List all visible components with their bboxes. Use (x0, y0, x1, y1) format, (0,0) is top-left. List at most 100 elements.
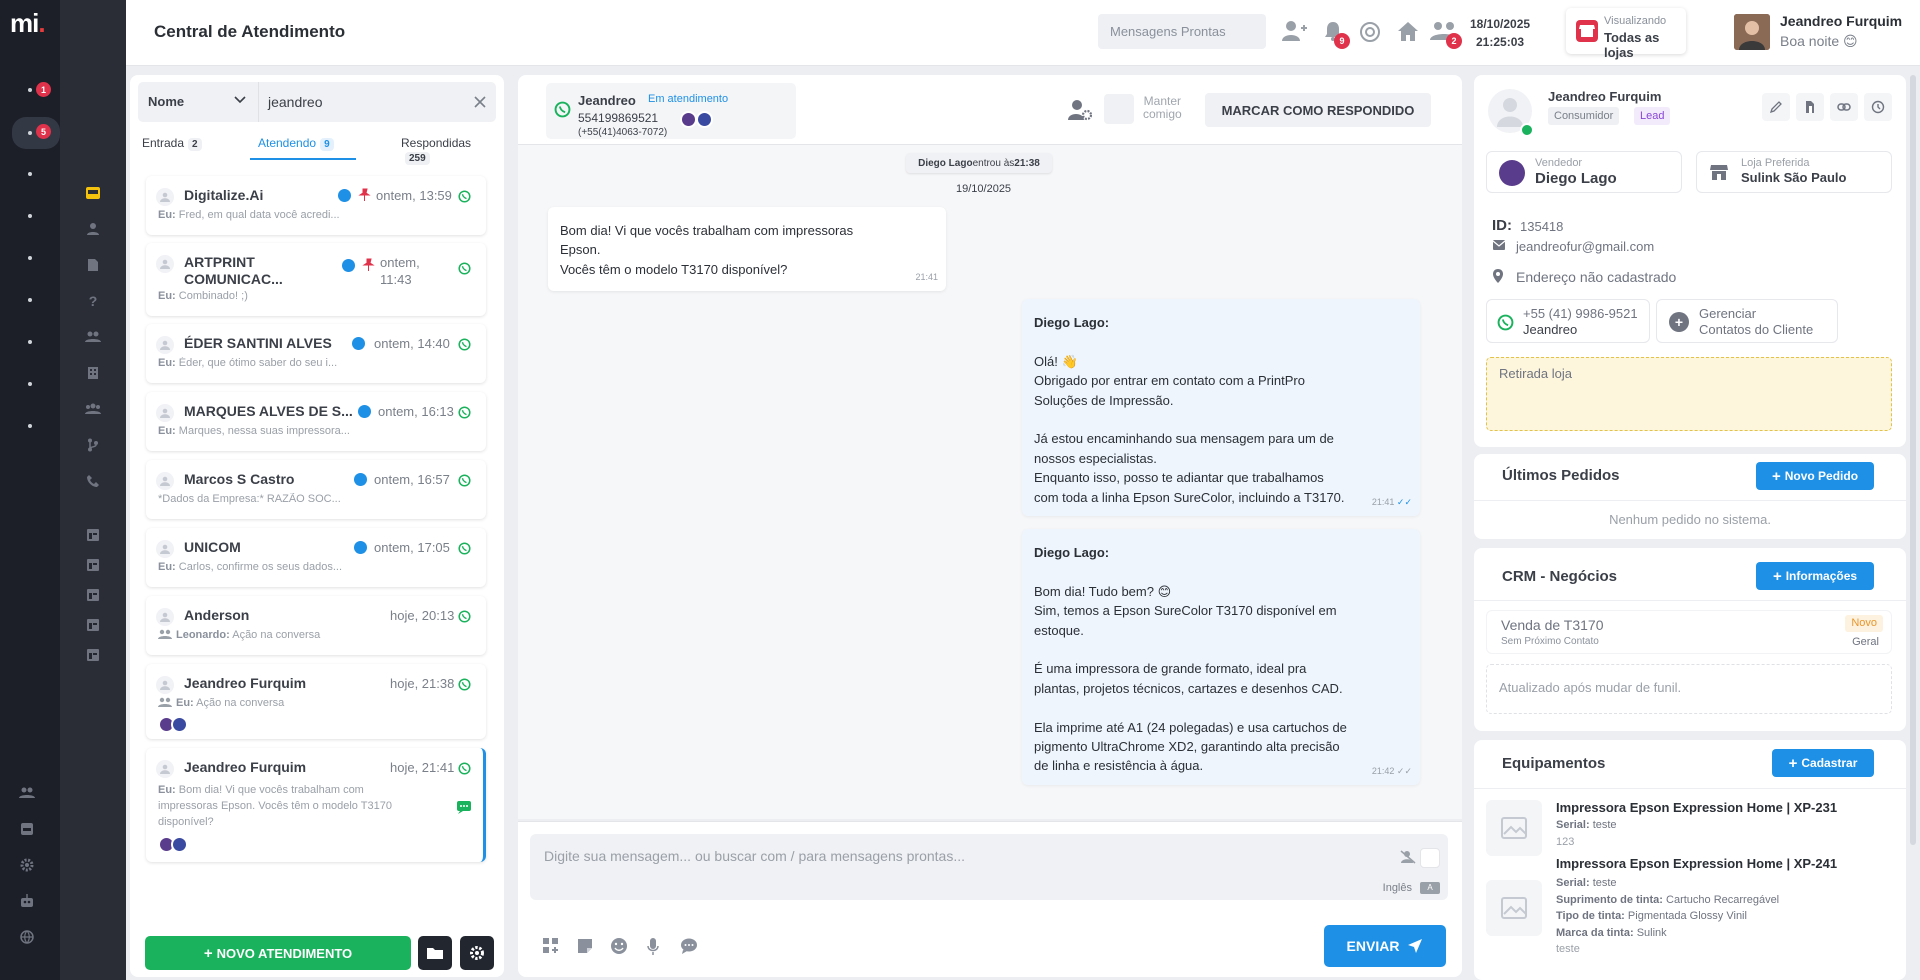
tab-respondidas[interactable]: Respondidas259 (401, 136, 496, 165)
add-contact-icon[interactable] (1282, 20, 1308, 46)
board-icon[interactable] (84, 586, 102, 604)
phone-icon[interactable] (84, 472, 102, 490)
pause-icon[interactable] (338, 189, 351, 202)
info-button[interactable]: + Informações (1756, 562, 1874, 590)
nav-dot[interactable] (28, 382, 32, 386)
toggle-checkbox[interactable] (1420, 848, 1440, 868)
send-button[interactable]: ENVIAR (1324, 925, 1446, 967)
scrollbar[interactable] (1910, 75, 1916, 845)
conversation-item[interactable]: ARTPRINT COMUNICAC... ontem, 11:43 Eu: C… (146, 243, 486, 316)
conversation-item[interactable]: Digitalize.Ai ontem, 13:59 Eu: Fred, em … (146, 176, 486, 235)
user-settings-icon[interactable] (1068, 99, 1092, 121)
edit-icon[interactable] (1762, 93, 1790, 121)
conversation-item[interactable]: ÉDER SANTINI ALVES ontem, 14:40 Eu: Éder… (146, 324, 486, 383)
pause-icon[interactable] (354, 541, 367, 554)
microphone-icon[interactable] (646, 937, 664, 955)
nav-dot[interactable] (28, 214, 32, 218)
quick-messages-input[interactable]: Mensagens Prontas (1098, 14, 1266, 49)
user-avatar[interactable] (1734, 14, 1770, 50)
building-icon[interactable] (84, 364, 102, 382)
store-selector[interactable]: Visualizando Todas as lojas (1566, 8, 1686, 60)
conversation-item[interactable]: Anderson hoje, 20:13 Leonardo: Ação na c… (146, 596, 486, 655)
translation-language[interactable]: Inglês (1383, 882, 1412, 894)
board-icon[interactable] (84, 616, 102, 634)
pin-icon[interactable] (362, 258, 375, 271)
message-incoming[interactable]: Bom dia! Vi que vocês trabalham com impr… (548, 207, 946, 291)
customer-note-field[interactable]: Retirada loja (1486, 357, 1892, 431)
users-settings-icon[interactable] (18, 784, 36, 802)
ai-assistant-icon[interactable] (1358, 20, 1384, 46)
contact-avatar-icon (156, 760, 174, 778)
pause-icon[interactable] (342, 259, 355, 272)
preferred-store-card[interactable]: Loja Preferida Sulink São Paulo (1696, 151, 1892, 193)
inbox-settings-icon[interactable] (18, 820, 36, 838)
customer-email[interactable]: jeandreofur@gmail.com (1516, 239, 1654, 254)
conversation-item[interactable]: MARQUES ALVES DE S... ontem, 16:13 Eu: M… (146, 392, 486, 451)
tab-entrada[interactable]: Entrada 2 (142, 136, 202, 151)
nav-dot[interactable] (28, 298, 32, 302)
globe-icon[interactable] (18, 928, 36, 946)
contact-chip[interactable]: Jeandreo Em atendimento 554199869521 (+5… (546, 83, 796, 139)
nav-dot[interactable] (28, 340, 32, 344)
pause-icon[interactable] (352, 337, 365, 350)
pin-icon[interactable] (358, 188, 371, 201)
message-outgoing[interactable]: Diego Lago: Olá! 👋 Obrigado por entrar em… (1022, 299, 1420, 516)
nav-dot[interactable] (28, 256, 32, 260)
help-icon[interactable]: ? (84, 292, 102, 310)
sticky-note-icon[interactable] (576, 937, 594, 955)
conversation-item[interactable]: UNICOM ontem, 17:05 Eu: Carlos, confirme… (146, 528, 486, 587)
conversation-item-selected[interactable]: Jeandreo Furquim hoje, 21:41 Eu: Bom dia… (146, 748, 486, 862)
branch-icon[interactable] (84, 436, 102, 454)
attachment-grid-icon[interactable] (542, 937, 560, 955)
conversation-item[interactable]: Marcos S Castro ontem, 16:57 *Dados da E… (146, 460, 486, 519)
hide-user-icon[interactable] (1400, 850, 1416, 864)
emoji-icon[interactable] (610, 937, 628, 955)
search-input[interactable]: jeandreo (268, 94, 323, 110)
clear-search-icon[interactable] (474, 96, 486, 108)
home-icon[interactable] (1396, 20, 1422, 46)
pause-icon[interactable] (358, 405, 371, 418)
message-input[interactable]: Digite sua mensagem... ou buscar com / p… (530, 834, 1448, 900)
history-icon[interactable] (1864, 93, 1892, 121)
group-icon[interactable] (84, 400, 102, 418)
new-conversation-button[interactable]: + NOVO ATENDIMENTO (145, 936, 411, 970)
conversation-item[interactable]: Jeandreo Furquim hoje, 21:38 Eu: Ação na… (146, 664, 486, 739)
link-icon[interactable] (1830, 93, 1858, 121)
new-order-button[interactable]: + Novo Pedido (1756, 462, 1874, 490)
keep-with-me-checkbox[interactable] (1104, 94, 1134, 124)
deal-card[interactable]: Venda de T3170 Sem Próximo Contato Novo … (1486, 610, 1892, 654)
nav-dot[interactable] (28, 172, 32, 176)
equipment-name[interactable]: Impressora Epson Expression Home | XP-24… (1556, 856, 1837, 871)
manage-contacts-card[interactable]: + Gerenciar Contatos do Cliente (1656, 299, 1838, 343)
chat-bubble-icon[interactable] (680, 937, 698, 955)
equipment-name[interactable]: Impressora Epson Expression Home | XP-23… (1556, 800, 1837, 815)
pause-icon[interactable] (354, 473, 367, 486)
seller-card[interactable]: Vendedor Diego Lago (1486, 151, 1682, 193)
team-icon[interactable] (84, 328, 102, 346)
message-outgoing[interactable]: Diego Lago: Bom dia! Tudo bem? 😊 Sim, tem… (1022, 529, 1420, 785)
board-icon[interactable] (84, 556, 102, 574)
mark-answered-button[interactable]: MARCAR COMO RESPONDIDO (1205, 93, 1431, 127)
user-icon[interactable] (84, 220, 102, 238)
nav-dot[interactable] (28, 88, 32, 92)
nav-dot[interactable] (28, 424, 32, 428)
filter-field-select[interactable]: Nome (148, 94, 184, 109)
tab-atendendo[interactable]: Atendendo 9 (258, 136, 334, 151)
settings-button[interactable] (460, 936, 494, 970)
board-icon[interactable] (84, 646, 102, 664)
contact-avatar-icon (156, 188, 174, 206)
register-equipment-button[interactable]: + Cadastrar (1772, 749, 1874, 777)
inbox-icon[interactable] (84, 184, 102, 202)
conversation-name: Marcos S Castro (184, 471, 295, 487)
folder-button[interactable] (418, 936, 452, 970)
chevron-down-icon[interactable] (234, 96, 246, 104)
whatsapp-contact-card[interactable]: +55 (41) 9986-9521 Jeandreo (1486, 299, 1650, 343)
document-icon[interactable] (84, 256, 102, 274)
merge-icon[interactable] (1796, 93, 1824, 121)
robot-icon[interactable] (18, 892, 36, 910)
nav-dot[interactable] (28, 131, 32, 135)
gear-icon[interactable] (18, 856, 36, 874)
board-icon[interactable] (84, 526, 102, 544)
translate-icon[interactable]: A (1420, 882, 1440, 894)
app-logo[interactable]: mi. (10, 8, 46, 39)
